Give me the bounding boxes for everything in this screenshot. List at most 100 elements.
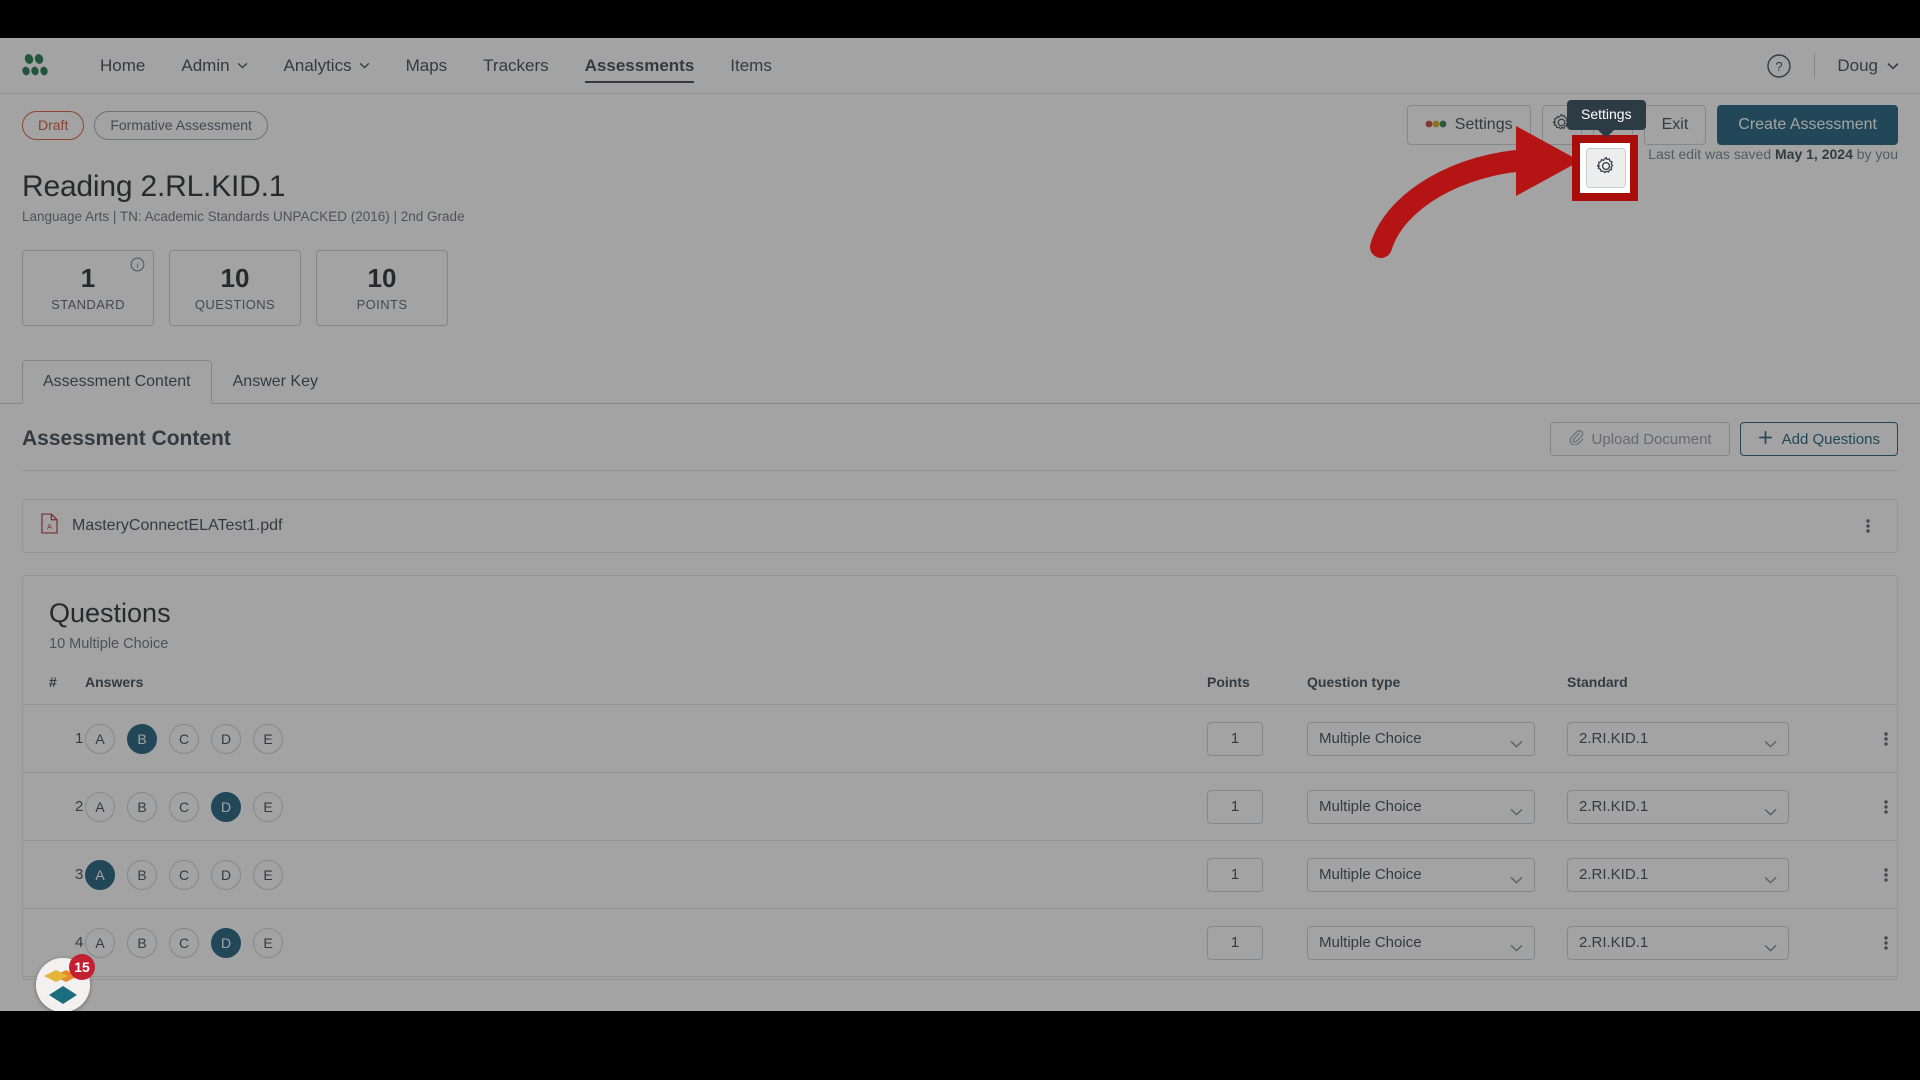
nav-item-items[interactable]: Items	[712, 38, 790, 94]
question-type-select[interactable]: Multiple Choice	[1307, 857, 1535, 892]
answer-choice-group: ABCDE	[85, 927, 1207, 958]
screenshot-canvas: Home Admin Analytics Maps Trackers Asses…	[0, 0, 1920, 1080]
nav-item-assessments[interactable]: Assessments	[567, 38, 713, 94]
floating-app-launcher[interactable]: 15	[36, 954, 95, 1011]
add-questions-button[interactable]: Add Questions	[1739, 422, 1898, 456]
user-name-label: Doug	[1837, 55, 1878, 75]
question-type-select[interactable]: Multiple Choice	[1307, 721, 1535, 756]
answer-choice-e[interactable]: E	[253, 723, 283, 754]
nav-item-label: Analytics	[283, 55, 352, 75]
points-input[interactable]: 1	[1207, 857, 1263, 892]
instructure-logo-icon[interactable]	[22, 53, 56, 79]
browser-viewport: Home Admin Analytics Maps Trackers Asses…	[0, 38, 1920, 1011]
nav-item-label: Assessments	[584, 55, 695, 75]
standard-value: 2.RI.KID.1	[1579, 934, 1649, 951]
questions-table: # Answers Points Question type Standard …	[23, 664, 1897, 977]
nav-item-admin[interactable]: Admin	[163, 38, 265, 94]
answer-choice-a[interactable]: A	[85, 723, 115, 754]
answer-choice-b[interactable]: B	[127, 859, 157, 890]
answer-choice-d[interactable]: D	[211, 927, 241, 958]
question-row-menu-button[interactable]	[1875, 728, 1897, 750]
points-input[interactable]: 1	[1207, 789, 1263, 824]
column-header-question-type: Question type	[1307, 664, 1567, 705]
chevron-down-icon	[1764, 939, 1777, 952]
answer-choice-a[interactable]: A	[85, 791, 115, 822]
points-input[interactable]: 1	[1207, 925, 1263, 960]
points-input[interactable]: 1	[1207, 721, 1263, 756]
standard-select[interactable]: 2.RI.KID.1	[1567, 721, 1789, 756]
answer-choice-d[interactable]: D	[211, 723, 241, 754]
table-row: 1 A B C D E 1 Multiple Choice 2.RI.KID.1	[23, 704, 1897, 773]
standard-value: 2.RI.KID.1	[1579, 730, 1649, 747]
upload-document-button[interactable]: Upload Document	[1549, 422, 1730, 456]
document-file-name: MasteryConnectELATest1.pdf	[72, 517, 283, 534]
questions-subheading: 10 Multiple Choice	[49, 636, 169, 652]
nav-item-maps[interactable]: Maps	[388, 38, 466, 94]
chevron-down-icon	[1510, 803, 1523, 816]
section-actions: Upload Document Add Questions	[1549, 422, 1898, 456]
nav-item-home[interactable]: Home	[82, 38, 163, 94]
nav-right-cluster: ? Doug	[1766, 52, 1899, 79]
stat-value: 10	[220, 262, 250, 293]
standard-select[interactable]: 2.RI.KID.1	[1567, 925, 1789, 960]
help-circle-icon[interactable]: ?	[1766, 53, 1792, 79]
assessment-subtitle: Language Arts | TN: Academic Standards U…	[22, 209, 1898, 224]
nav-item-analytics[interactable]: Analytics	[266, 38, 388, 94]
stat-card-questions: 10 QUESTIONS	[169, 250, 301, 326]
exit-button[interactable]: Exit	[1643, 105, 1707, 145]
chevron-down-icon	[237, 62, 248, 69]
column-header-menu	[1837, 664, 1897, 705]
column-header-answers: Answers	[85, 664, 1207, 705]
create-assessment-button[interactable]: Create Assessment	[1717, 105, 1898, 145]
question-number: 4	[75, 933, 84, 951]
answer-choice-d[interactable]: D	[211, 791, 241, 822]
question-type-select[interactable]: Multiple Choice	[1307, 925, 1535, 960]
gear-settings-button[interactable]	[1541, 105, 1582, 145]
standard-select[interactable]: 2.RI.KID.1	[1567, 857, 1789, 892]
answer-choice-a[interactable]: A	[85, 859, 115, 890]
question-type-select[interactable]: Multiple Choice	[1307, 789, 1535, 824]
status-badge: Draft	[22, 110, 85, 140]
answer-choice-c[interactable]: C	[169, 723, 199, 754]
tab-answer-key[interactable]: Answer Key	[212, 360, 339, 404]
tab-assessment-content[interactable]: Assessment Content	[22, 360, 212, 404]
pdf-file-icon: A	[41, 513, 58, 539]
stat-card-points: 10 POINTS	[316, 250, 448, 326]
assessment-content-section-header: Assessment Content Upload Document Add Q…	[0, 404, 1920, 456]
more-options-button[interactable]	[1592, 105, 1633, 145]
nav-item-label: Items	[730, 55, 772, 75]
question-row-menu-button[interactable]	[1875, 864, 1897, 886]
answer-choice-d[interactable]: D	[211, 859, 241, 890]
answer-choice-e[interactable]: E	[253, 927, 283, 958]
info-circle-icon[interactable]: i	[130, 257, 145, 272]
answer-choice-b[interactable]: B	[127, 791, 157, 822]
action-buttons: Settings Exit Create Assessment	[1406, 105, 1898, 145]
question-type-value: Multiple Choice	[1319, 866, 1422, 883]
answer-choice-c[interactable]: C	[169, 791, 199, 822]
settings-button[interactable]: Settings	[1406, 105, 1531, 145]
standard-set-label: TN: Academic Standards UNPACKED (2016)	[119, 209, 390, 224]
table-header-row: # Answers Points Question type Standard	[23, 664, 1897, 705]
standard-select[interactable]: 2.RI.KID.1	[1567, 789, 1789, 824]
content-tabs: Assessment Content Answer Key	[0, 360, 1920, 404]
questions-card-header: Questions 10 Multiple Choice	[23, 576, 1897, 664]
answer-choice-b[interactable]: B	[127, 927, 157, 958]
answer-choice-e[interactable]: E	[253, 859, 283, 890]
last-saved-suffix: by you	[1856, 146, 1898, 162]
nav-item-trackers[interactable]: Trackers	[465, 38, 567, 94]
question-row-menu-button[interactable]	[1875, 932, 1897, 954]
chevron-down-icon	[1510, 939, 1523, 952]
attached-document-row[interactable]: A MasteryConnectELATest1.pdf	[22, 499, 1898, 553]
svg-text:A: A	[47, 522, 53, 531]
questions-card: Questions 10 Multiple Choice # Answers P…	[22, 575, 1898, 980]
answer-choice-b[interactable]: B	[127, 723, 157, 754]
question-row-menu-button[interactable]	[1875, 796, 1897, 818]
user-menu[interactable]: Doug	[1837, 55, 1899, 76]
answer-choice-e[interactable]: E	[253, 791, 283, 822]
chevron-down-icon	[1887, 62, 1899, 70]
answer-choice-c[interactable]: C	[169, 859, 199, 890]
answer-choice-c[interactable]: C	[169, 927, 199, 958]
document-menu-button[interactable]	[1857, 515, 1879, 537]
answer-choice-a[interactable]: A	[85, 927, 115, 958]
chevron-down-icon	[1764, 735, 1777, 748]
